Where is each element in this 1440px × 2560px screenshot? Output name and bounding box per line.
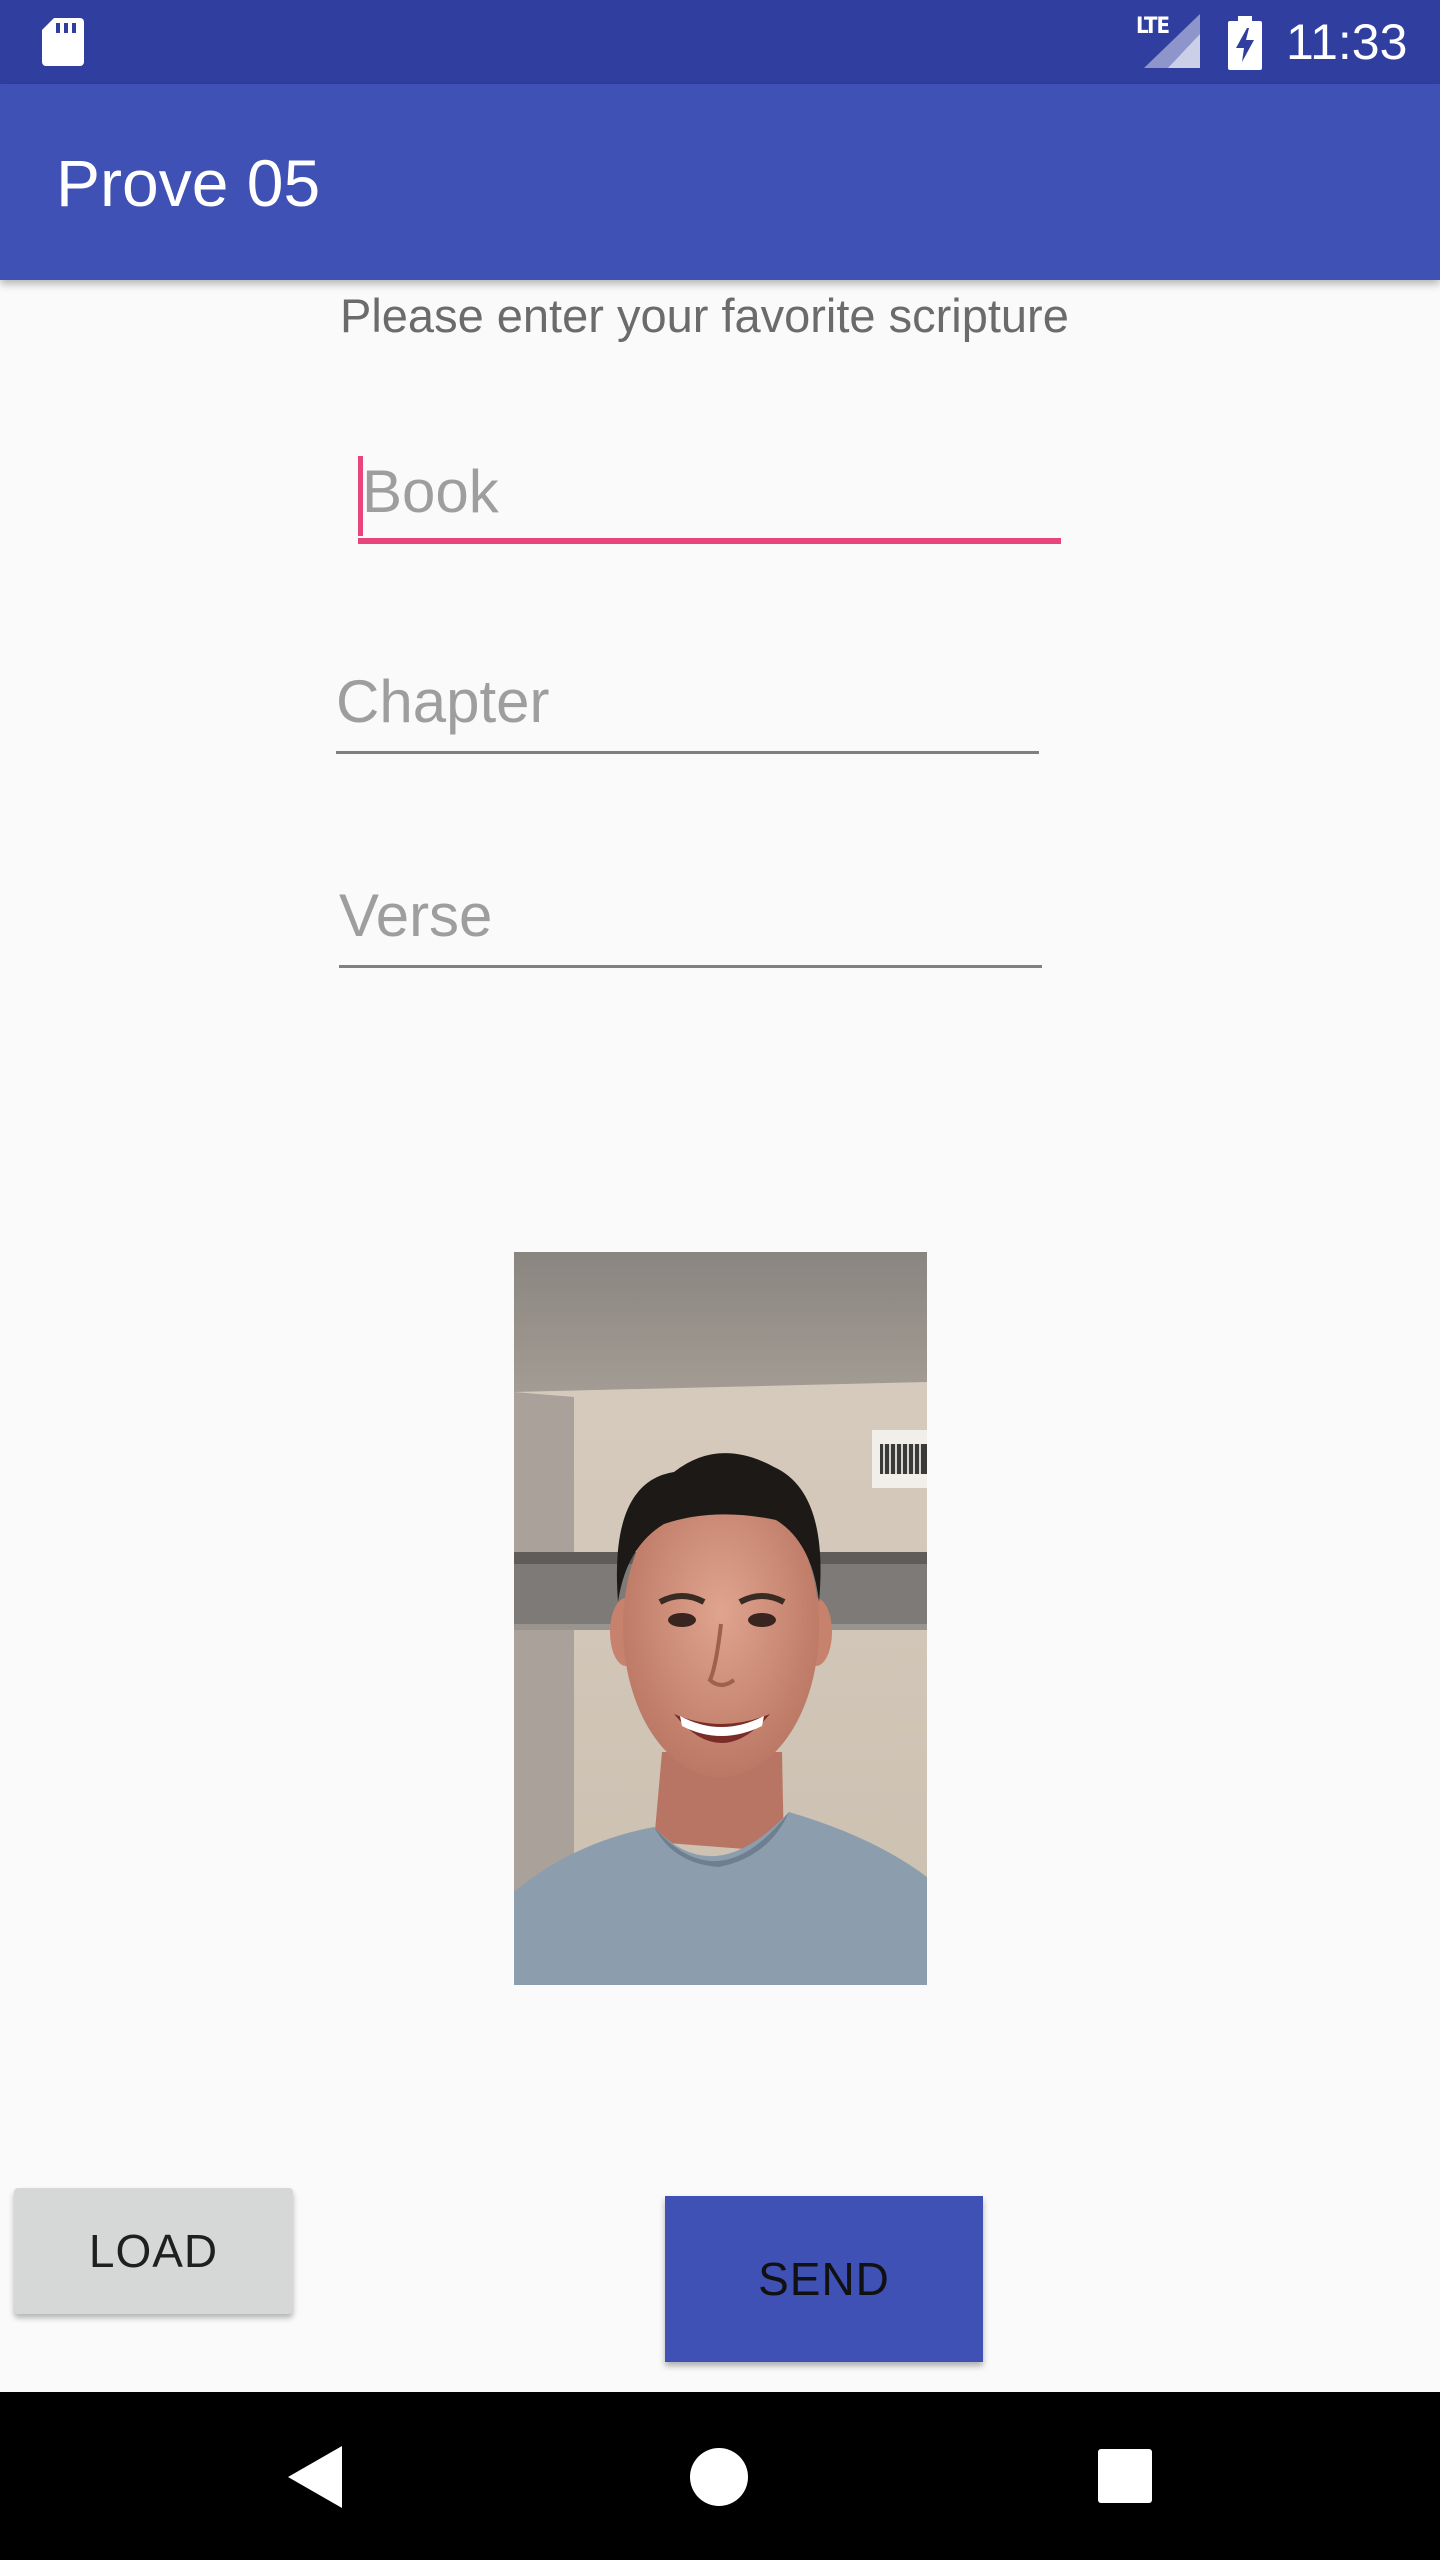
scripture-prompt: Please enter your favorite scripture (340, 289, 1069, 342)
book-underline (358, 538, 1061, 544)
status-clock: 11:33 (1286, 14, 1408, 70)
app-bar: Prove 05 (0, 84, 1440, 280)
photo-of-person-icon (514, 1252, 927, 1985)
battery-charging-icon (1228, 16, 1262, 70)
navigation-bar (0, 2392, 1440, 2560)
app-screen: LTE 11:33 Prove 05 Please enter your fav… (0, 0, 1440, 2560)
text-cursor (358, 456, 363, 536)
app-title: Prove 05 (56, 146, 321, 220)
load-button[interactable]: LOAD (14, 2188, 293, 2314)
verse-input[interactable] (339, 872, 1042, 958)
book-field[interactable] (358, 448, 1065, 544)
selfie-photo (514, 1252, 927, 1985)
chapter-underline (336, 751, 1039, 754)
home-icon[interactable] (690, 2448, 748, 2506)
sd-card-icon (42, 18, 84, 66)
chapter-input[interactable] (336, 658, 1039, 744)
book-input[interactable] (362, 448, 1065, 534)
send-button[interactable]: SEND (665, 2196, 983, 2362)
network-type-label: LTE (1136, 14, 1170, 39)
recents-icon[interactable] (1098, 2449, 1152, 2503)
chapter-field[interactable] (336, 658, 1039, 754)
verse-field[interactable] (339, 872, 1042, 968)
status-bar: LTE 11:33 (0, 0, 1440, 84)
verse-underline (339, 965, 1042, 968)
back-icon[interactable] (288, 2446, 342, 2508)
